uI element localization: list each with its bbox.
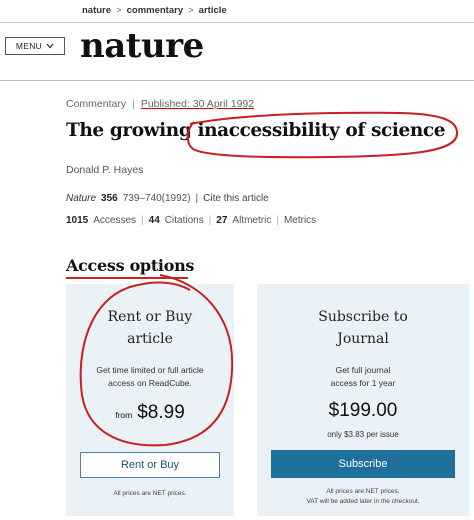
breadcrumb: nature > commentary > article — [82, 5, 227, 16]
heading-underline — [66, 277, 188, 279]
citation-line: Nature 356 739–740(1992) | Cite this art… — [66, 193, 269, 204]
journal-name: Nature — [66, 193, 97, 204]
article-type: Commentary — [66, 98, 127, 110]
altmetric-label: Altmetric — [232, 215, 272, 226]
metrics-link[interactable]: Metrics — [284, 215, 316, 226]
subscribe-button[interactable]: Subscribe — [271, 450, 455, 478]
title-prefix: The growing — [66, 120, 198, 141]
per-issue-price: only $3.83 per issue — [327, 430, 399, 439]
nature-logo[interactable]: nature — [80, 26, 204, 66]
citations-count: 44 — [148, 215, 160, 226]
subscribe-title-line2: Journal — [337, 331, 389, 347]
journal-pages: 739–740(1992) — [122, 193, 191, 204]
subscribe-price-row: $199.00 — [257, 400, 469, 422]
subscribe-panel: Subscribe to Journal Get full journal ac… — [257, 284, 469, 516]
rent-or-buy-panel: Rent or Buy article Get time limited or … — [66, 284, 234, 516]
article-meta: Commentary | Published: 30 April 1992 — [66, 98, 255, 110]
accesses-count: 1015 — [66, 215, 89, 226]
altmetric-count: 27 — [216, 215, 228, 226]
rent-price: $8.99 — [137, 402, 185, 423]
rent-or-buy-button[interactable]: Rent or Buy — [80, 452, 220, 478]
subscribe-price: $199.00 — [328, 400, 398, 421]
rent-price-row: from $8.99 — [66, 402, 234, 424]
subscribe-desc-line1: Get full journal — [335, 365, 391, 375]
journal-volume: 356 — [101, 193, 118, 204]
subscribe-desc-line2: access for 1 year — [330, 378, 396, 388]
rent-desc-line1: Get time limited or full article — [96, 365, 204, 375]
breadcrumb-separator: > — [188, 5, 194, 16]
breadcrumb-item-commentary[interactable]: commentary — [127, 5, 184, 16]
breadcrumb-separator: > — [116, 5, 122, 16]
subscribe-fine-line2: VAT will be added later in the checkout. — [306, 498, 420, 505]
from-label: from — [115, 410, 133, 420]
rent-title-line1: Rent or Buy — [107, 309, 193, 325]
title-highlight: inaccessibility of science — [197, 120, 446, 141]
chevron-down-icon — [46, 43, 54, 49]
article-title: The growing inaccessibility of science — [66, 120, 446, 141]
breadcrumb-item-article: article — [198, 5, 227, 16]
accesses-label: Accesses — [93, 215, 137, 226]
top-divider — [0, 22, 474, 23]
breadcrumb-item-nature[interactable]: nature — [82, 5, 111, 16]
rent-desc-line2: access on ReadCube. — [108, 378, 192, 388]
author-link[interactable]: Donald P. Hayes — [66, 164, 143, 176]
access-options-heading: Access options — [66, 256, 195, 275]
subscribe-fine-line1: All prices are NET prices. — [326, 488, 400, 495]
article-metrics: 1015 Accesses | 44 Citations | 27 Altmet… — [66, 215, 317, 226]
rent-fine-print: All prices are NET prices. — [113, 490, 187, 497]
citations-label: Citations — [164, 215, 204, 226]
header-divider — [0, 80, 474, 81]
rent-title-line2: article — [127, 331, 173, 347]
menu-label: MENU — [15, 41, 43, 51]
published-date: Published: 30 April 1992 — [140, 98, 255, 110]
subscribe-title-line1: Subscribe to — [318, 309, 408, 325]
cite-this-article-link[interactable]: Cite this article — [203, 193, 269, 204]
menu-button[interactable]: MENU — [5, 37, 65, 55]
